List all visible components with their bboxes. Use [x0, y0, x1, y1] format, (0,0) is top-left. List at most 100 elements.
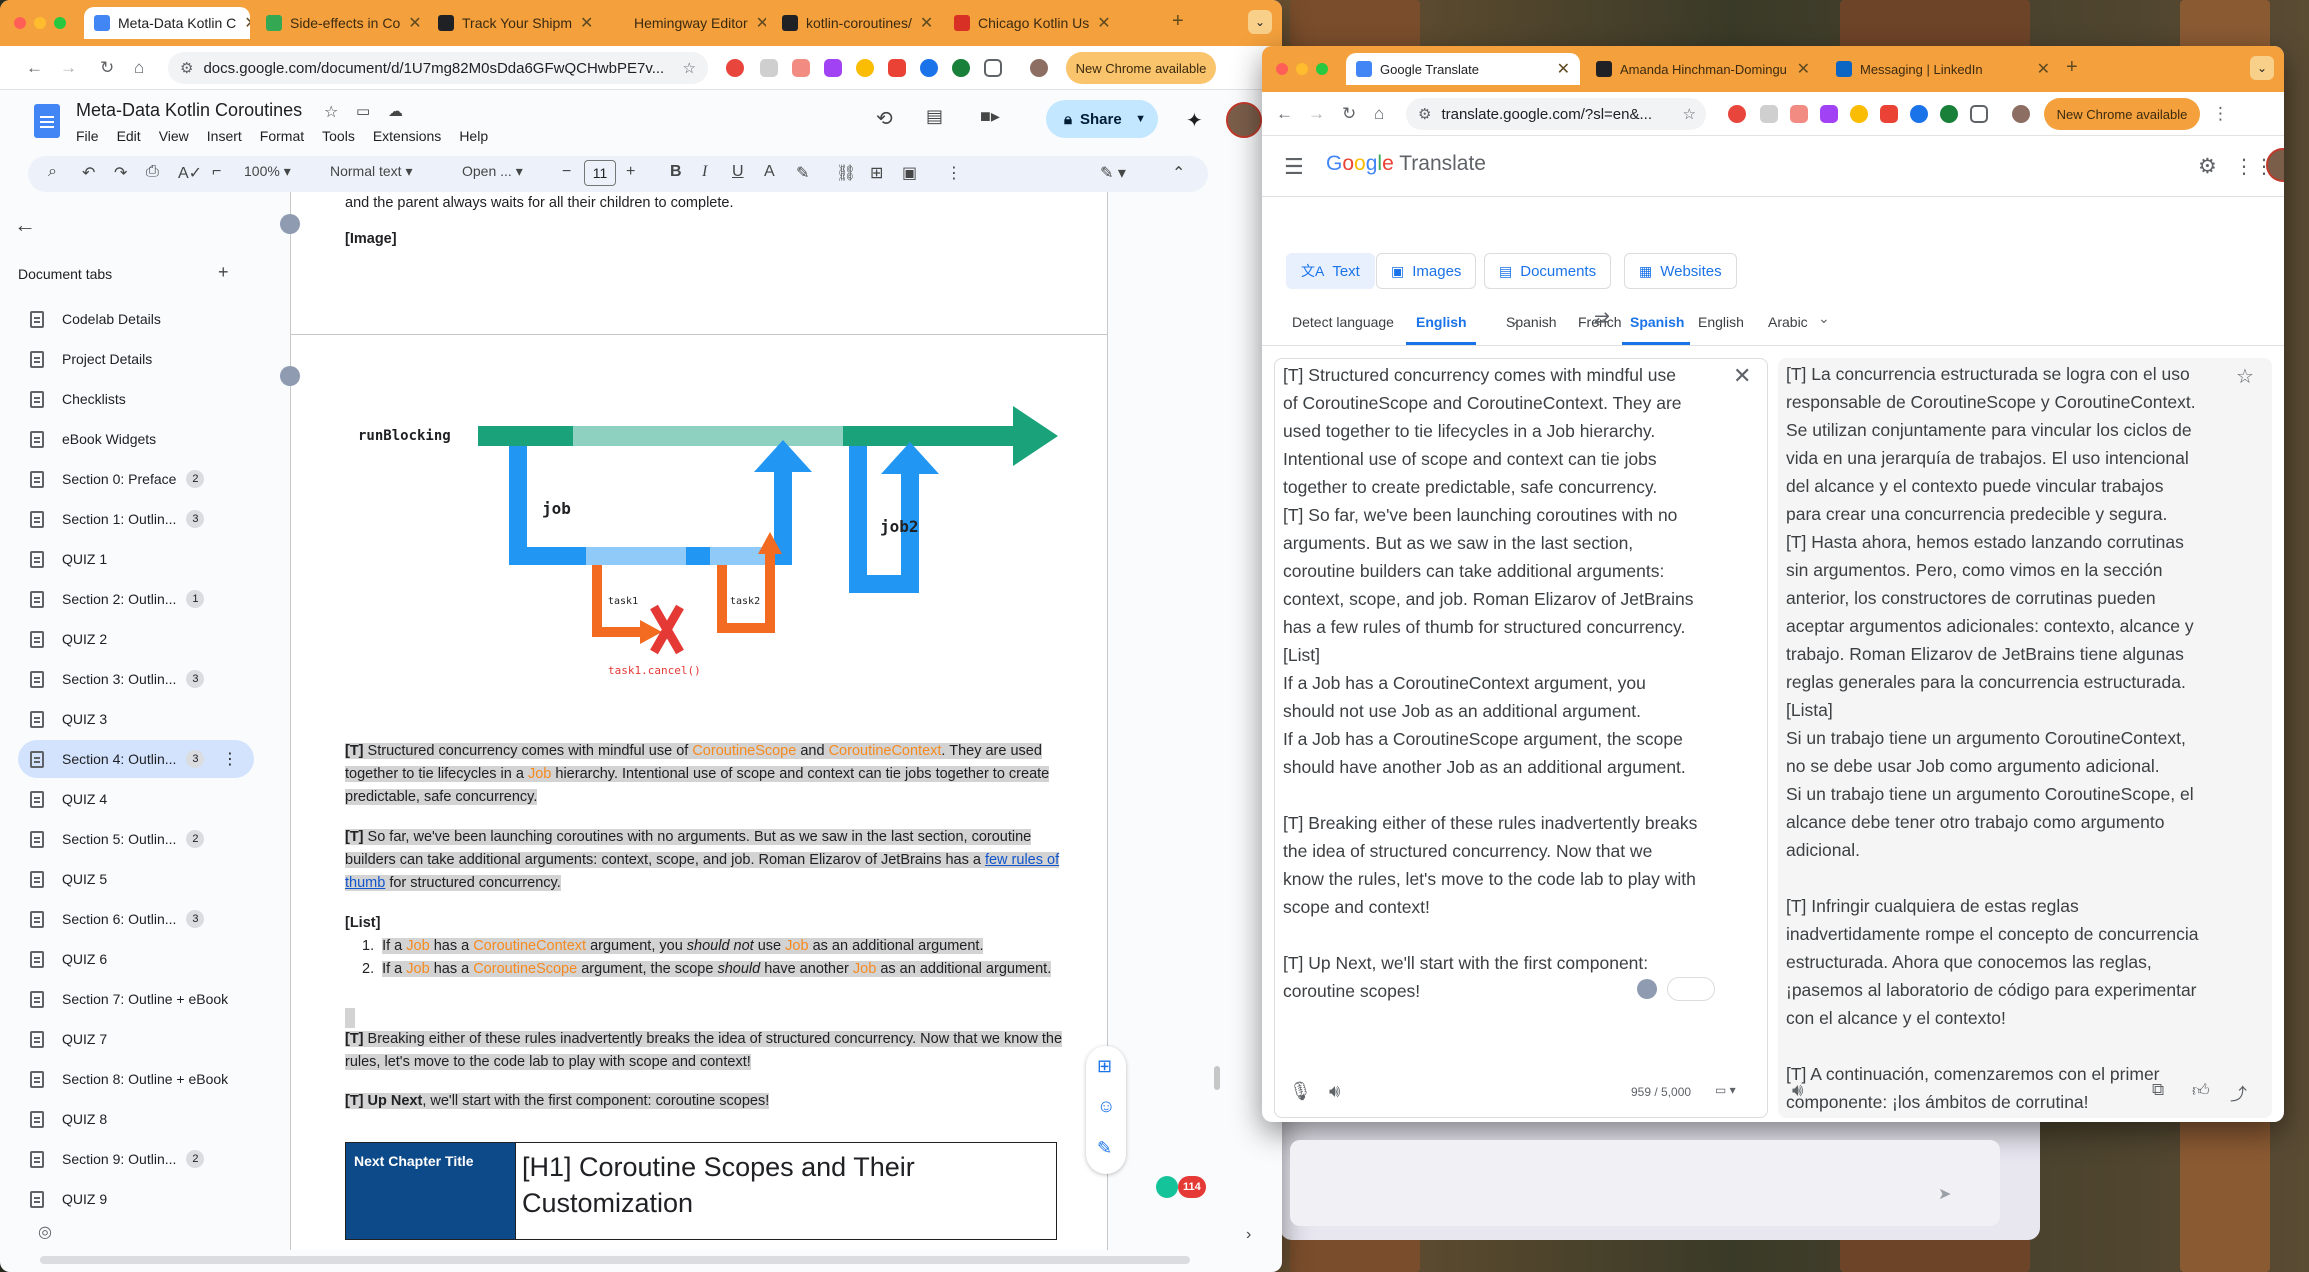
menu-item-insert[interactable]: Insert	[207, 128, 242, 144]
address-bar[interactable]: ⚙ translate.google.com/?sl=en&... ☆	[1406, 98, 1706, 130]
reload-icon[interactable]: ↻	[1342, 104, 1356, 124]
new-tab-icon[interactable]: +	[2066, 56, 2078, 79]
copy-icon[interactable]: ⧉	[2152, 1080, 2164, 1100]
close-tab-icon[interactable]: ✕	[920, 13, 933, 33]
zoom-select[interactable]: 100% ▾	[244, 163, 291, 180]
extension-icon[interactable]	[1790, 105, 1808, 123]
gemini-bubble-icon[interactable]	[280, 214, 300, 234]
document-tab-item[interactable]: Section 2: Outlin... 1	[18, 580, 248, 618]
back-icon[interactable]: ←	[26, 58, 43, 78]
source-lang-detect-language[interactable]: Detect language	[1292, 314, 1394, 330]
cloud-status-icon[interactable]: ☁	[388, 102, 403, 120]
document-tab-item[interactable]: Section 8: Outline + eBook	[18, 1060, 248, 1098]
increase-font-size-icon[interactable]: +	[626, 163, 635, 181]
document-tab-item[interactable]: Codelab Details	[18, 300, 248, 338]
extension-icon[interactable]	[1940, 105, 1958, 123]
profile-avatar[interactable]	[1030, 59, 1048, 77]
puzzle-extensions-icon[interactable]	[984, 59, 1002, 77]
document-tab-item[interactable]: QUIZ 1	[18, 540, 248, 578]
gemini-icon[interactable]: ✦	[1186, 108, 1203, 133]
account-avatar[interactable]	[1226, 102, 1262, 138]
scrollbar-thumb[interactable]	[1214, 1066, 1220, 1090]
forward-icon[interactable]: →	[60, 58, 77, 78]
window-controls[interactable]	[14, 17, 66, 29]
add-tab-icon[interactable]: +	[218, 262, 229, 283]
tab-search-icon[interactable]: ⌄	[2250, 56, 2274, 80]
menu-item-tools[interactable]: Tools	[322, 128, 355, 144]
menu-item-view[interactable]: View	[159, 128, 189, 144]
close-tab-icon[interactable]: ✕	[408, 13, 421, 33]
document-tab-item[interactable]: Section 6: Outlin... 3	[18, 900, 248, 938]
font-select[interactable]: Open ... ▾	[462, 163, 523, 180]
paint-format-icon[interactable]: ⌐	[212, 163, 221, 181]
document-tab-item[interactable]: Section 3: Outlin... 3	[18, 660, 248, 698]
bold-icon[interactable]: B	[670, 163, 682, 181]
more-target-languages-icon[interactable]: ⌄	[1818, 310, 1830, 327]
input-tools-icon[interactable]: ▭ ▾	[1715, 1083, 1736, 1097]
browser-tab[interactable]: Amanda Hinchman-Domingu ✕	[1586, 53, 1820, 85]
document-tab-item[interactable]: Section 9: Outlin... 2	[18, 1140, 248, 1178]
more-source-languages-icon[interactable]: ⌄	[1508, 312, 1520, 329]
mode-text-button[interactable]: 文A Text	[1286, 253, 1375, 289]
italic-icon[interactable]: I	[702, 163, 707, 181]
redo-icon[interactable]: ↷	[114, 163, 127, 183]
browser-tab[interactable]: Hemingway Editor ✕	[600, 7, 766, 39]
clear-text-icon[interactable]: ✕	[1733, 363, 1751, 389]
document-tab-item[interactable]: QUIZ 3	[18, 700, 248, 738]
close-tab-icon[interactable]: ✕	[2037, 59, 2050, 79]
browser-tab[interactable]: Side-effects in Co ✕	[256, 7, 422, 39]
document-tab-item[interactable]: QUIZ 6	[18, 940, 248, 978]
menu-icon[interactable]: ⋮	[2212, 104, 2229, 124]
editing-mode-icon[interactable]: ✎ ▾	[1100, 163, 1126, 183]
document-tab-item[interactable]: Section 7: Outline + eBook	[18, 980, 248, 1018]
gemini-bubble-icon[interactable]	[280, 366, 300, 386]
menu-item-edit[interactable]: Edit	[117, 128, 141, 144]
document-tab-item[interactable]: QUIZ 5	[18, 860, 248, 898]
close-tab-icon[interactable]: ✕	[244, 13, 250, 33]
browser-tab[interactable]: Chicago Kotlin Us ✕	[944, 7, 1110, 39]
search-menus-icon[interactable]: ⌕	[48, 163, 57, 181]
forward-icon[interactable]: →	[1308, 104, 1325, 124]
source-textarea[interactable]: [T] Structured concurrency comes with mi…	[1283, 361, 1723, 1005]
add-comment-icon[interactable]: ⊞	[870, 163, 883, 183]
extension-icon[interactable]	[760, 59, 778, 77]
reload-icon[interactable]: ↻	[100, 58, 114, 78]
document-tab-item[interactable]: Section 0: Preface 2	[18, 460, 248, 498]
extension-icon[interactable]	[856, 59, 874, 77]
version-history-icon[interactable]: ⟲	[876, 106, 893, 131]
notification-count-badge[interactable]: 114	[1178, 1176, 1206, 1198]
doc-title[interactable]: Meta-Data Kotlin Coroutines	[76, 100, 302, 121]
source-lang-english[interactable]: English	[1416, 314, 1467, 330]
decrease-font-size-icon[interactable]: −	[562, 163, 571, 181]
meet-icon[interactable]: ■▸	[980, 106, 1000, 127]
speaker-icon[interactable]: 🔊︎	[1792, 1080, 1803, 1101]
document-tab-item[interactable]: Checklists	[18, 380, 248, 418]
tab-search-icon[interactable]: ⌄	[1248, 10, 1272, 34]
extension-icon[interactable]	[952, 59, 970, 77]
mode-documents-button[interactable]: ▤ Documents	[1484, 253, 1612, 289]
settings-gear-icon[interactable]: ⚙	[2198, 154, 2217, 179]
close-tab-icon[interactable]: ✕	[1797, 59, 1810, 79]
document-tab-item[interactable]: QUIZ 9	[18, 1180, 248, 1218]
add-comment-icon[interactable]: ⊞	[1097, 1056, 1112, 1077]
document-tab-item[interactable]: Section 4: Outlin... 3 ⋮	[18, 740, 254, 778]
bookmark-star-icon[interactable]: ☆	[1683, 105, 1696, 123]
send-icon[interactable]: ➤	[1938, 1184, 1951, 1204]
docs-logo-icon[interactable]	[34, 104, 60, 138]
google-translate-logo[interactable]: Google Translate	[1326, 152, 1486, 176]
close-tab-icon[interactable]: ✕	[1097, 13, 1110, 33]
target-lang-spanish[interactable]: Spanish	[1630, 314, 1684, 330]
mode-websites-button[interactable]: ▦ Websites	[1624, 253, 1737, 289]
address-bar[interactable]: ⚙ docs.google.com/document/d/1U7mg82M0sD…	[168, 52, 708, 84]
underline-icon[interactable]: U	[732, 163, 744, 181]
document-tab-item[interactable]: QUIZ 4	[18, 780, 248, 818]
extension-icon[interactable]	[1850, 105, 1868, 123]
bookmark-star-icon[interactable]: ☆	[683, 59, 696, 77]
share-button[interactable]: 🔒︎ Share ▼	[1046, 100, 1158, 138]
close-tab-icon[interactable]: ✕	[580, 13, 593, 33]
home-icon[interactable]: ⌂	[1374, 104, 1384, 124]
grammarly-icon[interactable]	[1156, 1176, 1178, 1198]
browser-tab[interactable]: Messaging | LinkedIn ✕	[1826, 53, 2060, 85]
explore-icon[interactable]: ◎	[38, 1222, 52, 1242]
move-folder-icon[interactable]: ▭	[356, 102, 370, 120]
